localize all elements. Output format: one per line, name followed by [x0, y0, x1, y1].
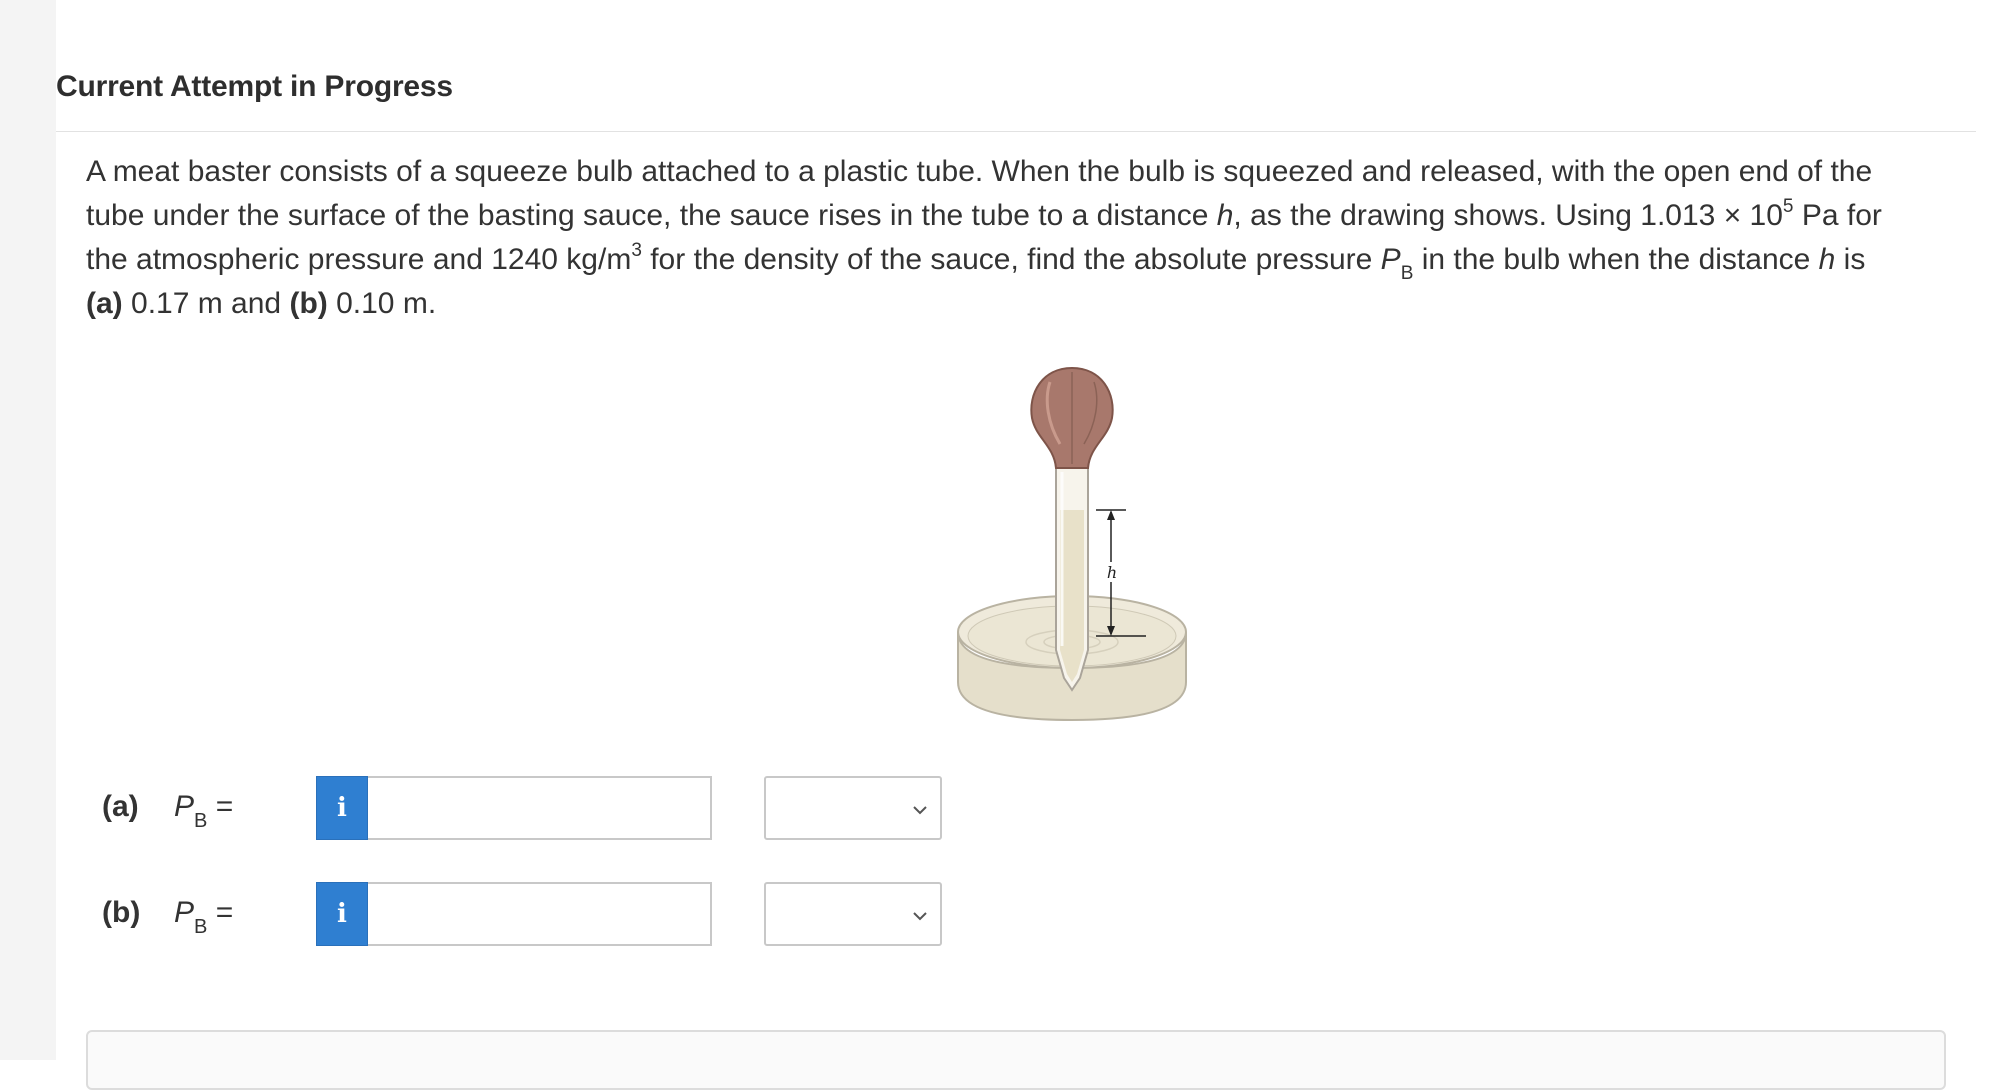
subscript: B: [194, 916, 208, 938]
question-text-segment: is: [1835, 243, 1866, 276]
chevron-down-icon: [913, 806, 927, 815]
equals-sign: =: [207, 790, 234, 823]
divider: [56, 131, 1976, 132]
chevron-down-icon: [913, 912, 927, 921]
baster-figure: h: [957, 366, 1187, 722]
variable-h: h: [1216, 199, 1234, 232]
variable-label: PB =: [174, 896, 234, 937]
question-text-segment: 0.10 m.: [327, 287, 437, 320]
answer-row-a: (a) PB = i: [102, 776, 1002, 842]
unit-dropdown-b[interactable]: [764, 882, 942, 946]
bottom-panel: [86, 1030, 1946, 1090]
variable-p: P: [174, 790, 195, 823]
exponent: 3: [631, 240, 642, 261]
left-gutter: [0, 0, 56, 1060]
part-label: (b): [102, 896, 141, 929]
h-label: h: [1107, 563, 1117, 582]
question-text-segment: the atmospheric pressure and 1240 kg/m: [86, 243, 632, 276]
question-text: A meat baster consists of a squeeze bulb…: [86, 150, 1986, 326]
equals-sign: =: [207, 896, 234, 929]
info-icon[interactable]: i: [316, 882, 368, 946]
question-text-segment: , as the drawing shows. Using 1.013 × 10: [1233, 199, 1783, 232]
part-b-label: (b): [289, 287, 328, 320]
unit-dropdown-a[interactable]: [764, 776, 942, 840]
question-page: Current Attempt in Progress A meat baste…: [56, 0, 1976, 1090]
question-text-segment: in the bulb when the distance: [1413, 243, 1819, 276]
part-label: (a): [102, 790, 139, 823]
variable-p: P: [1380, 243, 1401, 276]
answer-input-b[interactable]: [368, 882, 712, 946]
exponent: 5: [1782, 196, 1794, 217]
subscript: B: [194, 810, 208, 832]
part-a-label: (a): [86, 287, 123, 320]
tube-sauce: [1060, 510, 1084, 682]
variable-label: PB =: [174, 790, 234, 831]
answer-row-b: (b) PB = i: [102, 882, 1002, 948]
variable-h: h: [1818, 243, 1836, 276]
variable-p: P: [174, 896, 195, 929]
question-text-segment: for the density of the sauce, find the a…: [641, 243, 1381, 276]
question-text-segment: tube under the surface of the basting sa…: [86, 199, 1217, 232]
page-title: Current Attempt in Progress: [56, 70, 453, 103]
info-icon[interactable]: i: [316, 776, 368, 840]
question-text-segment: Pa for: [1793, 199, 1882, 232]
question-line-1: A meat baster consists of a squeeze bulb…: [86, 155, 1873, 188]
subscript: B: [1400, 263, 1414, 284]
question-text-segment: 0.17 m and: [122, 287, 290, 320]
answer-input-a[interactable]: [368, 776, 712, 840]
